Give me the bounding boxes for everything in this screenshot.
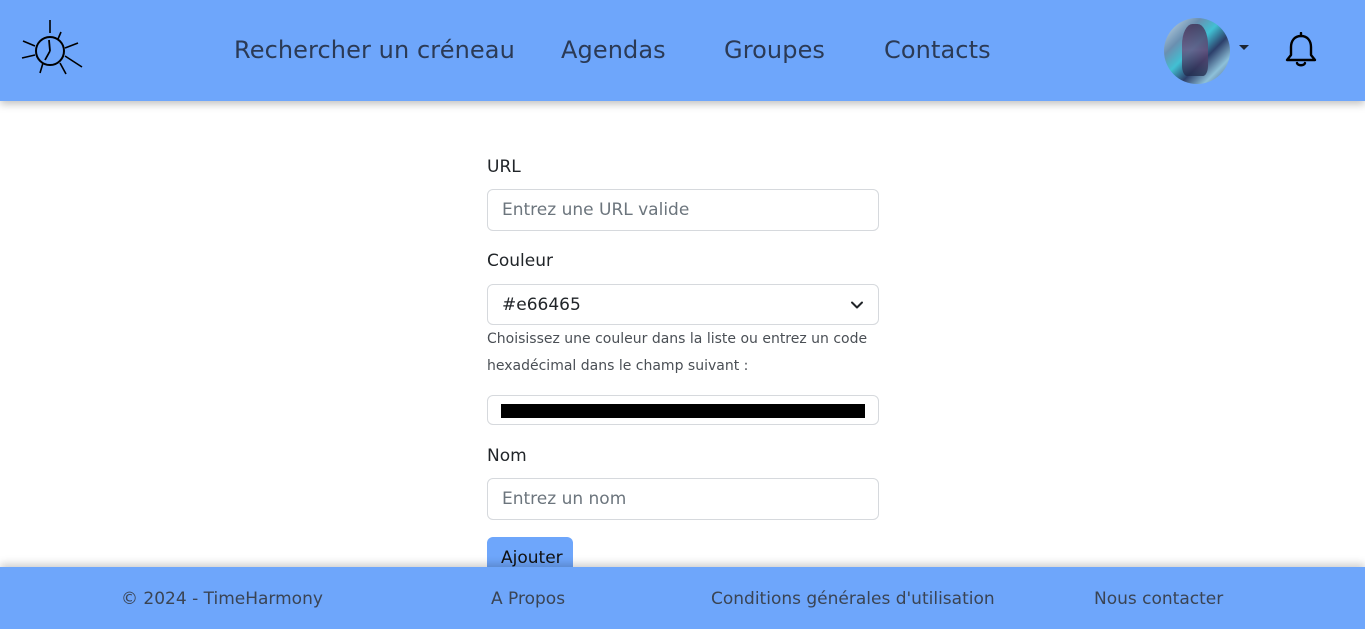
- footer-link-about[interactable]: A Propos: [491, 589, 565, 609]
- nav-link-agendas[interactable]: Agendas: [561, 36, 666, 64]
- bell-icon[interactable]: [1282, 32, 1320, 70]
- footer-copyright: © 2024 - TimeHarmony: [121, 589, 323, 609]
- top-navbar: Rechercher un créneau Agendas Groupes Co…: [0, 0, 1365, 101]
- url-label: URL: [487, 157, 521, 177]
- url-input[interactable]: [487, 189, 879, 231]
- color-label: Couleur: [487, 251, 553, 271]
- color-select[interactable]: #e66465: [487, 284, 879, 325]
- nav-link-contacts[interactable]: Contacts: [884, 36, 991, 64]
- color-select-value: #e66465: [502, 295, 581, 315]
- nav-link-search-slot[interactable]: Rechercher un créneau: [234, 36, 515, 64]
- chevron-down-icon: [851, 301, 863, 309]
- user-avatar[interactable]: [1164, 18, 1230, 84]
- color-help-text: Choisissez une couleur dans la liste ou …: [487, 331, 868, 374]
- name-label: Nom: [487, 446, 527, 466]
- footer-link-contact[interactable]: Nous contacter: [1094, 589, 1223, 609]
- name-input[interactable]: [487, 478, 879, 520]
- caret-down-icon[interactable]: [1239, 45, 1249, 50]
- footer-link-terms[interactable]: Conditions générales d'utilisation: [711, 589, 995, 609]
- nav-link-groups[interactable]: Groupes: [724, 36, 825, 64]
- sun-clock-logo-icon[interactable]: [20, 18, 84, 76]
- color-swatch: [501, 404, 865, 418]
- footer: © 2024 - TimeHarmony A Propos Conditions…: [0, 567, 1365, 629]
- color-picker-input[interactable]: [487, 395, 879, 425]
